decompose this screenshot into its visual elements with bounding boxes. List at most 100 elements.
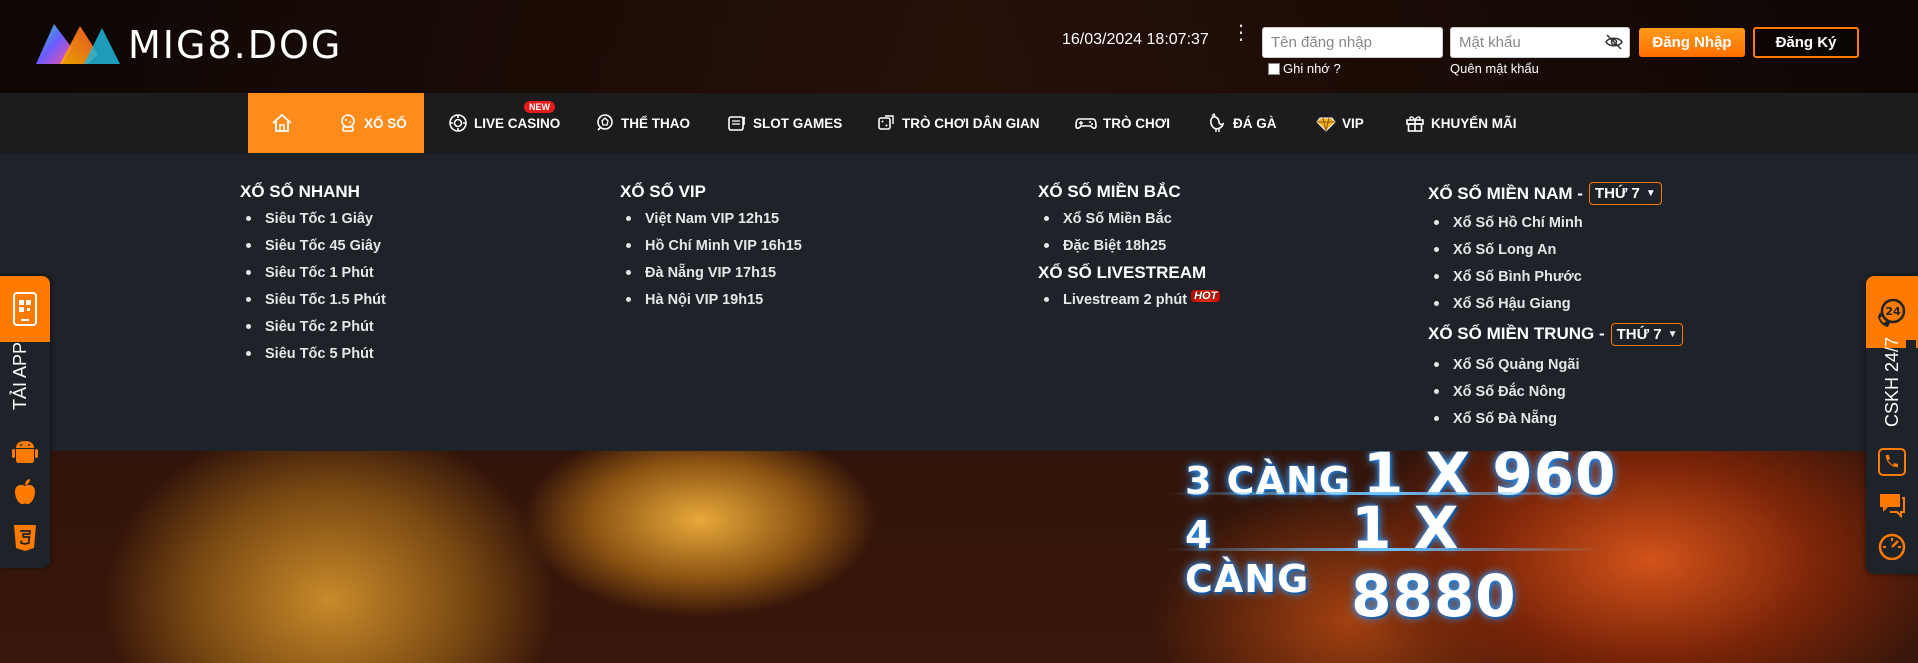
hot-badge: HOT: [1191, 289, 1221, 302]
site-logo[interactable]: MIG8.DOG: [32, 18, 342, 72]
login-button[interactable]: Đăng Nhập: [1639, 28, 1745, 57]
chat-icon[interactable]: [1878, 490, 1906, 518]
top-header: MIG8.DOG 16/03/2024 18:07:37 ⋮ Ghi nhớ ?…: [0, 0, 1918, 93]
menu-link[interactable]: Xổ Số Đắc Nông: [1434, 378, 1683, 405]
column-title: XỔ SỐ VIP: [620, 181, 706, 201]
nav-item-the-thao[interactable]: THỂ THAO: [595, 93, 690, 153]
download-app-label: TẢI APP: [10, 341, 30, 411]
menu-link[interactable]: Siêu Tốc 45 Giây: [246, 232, 386, 259]
menu-link[interactable]: Xổ Số Miền Bắc: [1044, 205, 1220, 232]
speedometer-icon[interactable]: [1878, 532, 1906, 560]
day-select[interactable]: THỨ 7 ▼: [1588, 182, 1662, 205]
apple-icon[interactable]: [12, 478, 38, 506]
column-title: XỔ SỐ MIỀN NAM -: [1428, 183, 1583, 203]
column-title: XỔ SỐ MIỀN TRUNG -: [1428, 324, 1605, 343]
menu-link[interactable]: Xổ Số Long An: [1434, 236, 1683, 263]
menu-link[interactable]: Xổ Số Hậu Giang: [1434, 290, 1683, 317]
day-select-value: THỨ 7: [1616, 325, 1662, 343]
nav-item-slot-games[interactable]: SLOT GAMES: [727, 93, 842, 153]
logo-text: MIG8.DOG: [128, 23, 343, 67]
scrollbar[interactable]: [1906, 340, 1916, 380]
column-north: XỔ SỐ MIỀN BẮC Xổ Số Miền Bắc Đặc Biệt 1…: [1038, 178, 1221, 313]
menu-link[interactable]: Siêu Tốc 1 Giây: [246, 205, 386, 232]
menu-link[interactable]: Xổ Số Bình Phước: [1434, 263, 1683, 290]
nav-item-xoso[interactable]: XỔ SỐ: [316, 93, 424, 153]
column-title-row: XỔ SỐ MIỀN NAM - THỨ 7 ▼: [1428, 178, 1683, 209]
menu-link[interactable]: Xổ Số Đà Nẵng: [1434, 405, 1683, 432]
menu-link[interactable]: Xổ Số Quảng Ngãi: [1434, 351, 1683, 378]
day-select[interactable]: THỨ 7 ▼: [1610, 322, 1684, 346]
nav-label: TRÒ CHƠI DÂN GIAN: [902, 115, 1040, 131]
eye-slash-icon[interactable]: [1605, 34, 1623, 50]
more-options-icon[interactable]: ⋮: [1231, 22, 1251, 42]
menu-link[interactable]: Đặc Biệt 18h25: [1044, 232, 1220, 259]
html5-icon[interactable]: [12, 524, 38, 552]
column-fast: XỔ SỐ NHANH Siêu Tốc 1 Giây Siêu Tốc 45 …: [240, 178, 386, 367]
rooster-icon: [1210, 113, 1225, 132]
football-icon: [597, 114, 613, 131]
download-app-tab[interactable]: TẢI APP: [0, 276, 50, 568]
column-title-row: XỔ SỐ MIỀN TRUNG - THỨ 7 ▼: [1428, 317, 1684, 351]
slot-machine-icon: [728, 116, 746, 131]
gift-icon: [1406, 116, 1424, 132]
column-south: XỔ SỐ MIỀN NAM - THỨ 7 ▼ Xổ Số Hồ Chí Mi…: [1428, 178, 1684, 432]
promo-glow-line: [1165, 492, 1605, 495]
nav-label: SLOT GAMES: [753, 115, 843, 131]
column-title: XỔ SỐ MIỀN BẮC: [1038, 181, 1181, 201]
lottery-icon: [341, 114, 355, 132]
menu-link[interactable]: Siêu Tốc 2 Phút: [246, 313, 386, 340]
nav-home[interactable]: [248, 93, 316, 153]
promo-line1-prefix: 3 CÀNG: [1185, 459, 1351, 503]
phone-24-icon: 24: [1878, 298, 1906, 327]
nav-label: TRÒ CHƠI: [1103, 115, 1171, 131]
nav-label: KHUYẾN MÃI: [1431, 115, 1517, 131]
menu-link[interactable]: Hà Nội VIP 19h15: [626, 286, 802, 313]
nav-label: ĐÁ GÀ: [1233, 115, 1277, 131]
promo-line2-prefix: 4 CÀNG: [1185, 513, 1310, 601]
current-datetime: 16/03/2024 18:07:37: [1062, 31, 1209, 48]
nav-item-vip[interactable]: VIP: [1316, 93, 1364, 153]
menu-link[interactable]: Siêu Tốc 5 Phút: [246, 340, 386, 367]
new-badge: NEW: [524, 101, 555, 113]
lottery-dropdown-menu: XỔ SỐ NHANH Siêu Tốc 1 Giây Siêu Tốc 45 …: [0, 153, 1918, 451]
remember-checkbox[interactable]: [1268, 62, 1280, 75]
menu-link[interactable]: Livestream 2 phút HOT: [1044, 286, 1221, 313]
menu-link[interactable]: Hồ Chí Minh VIP 16h15: [626, 232, 802, 259]
password-input[interactable]: [1450, 27, 1630, 58]
register-button[interactable]: Đăng Ký: [1753, 27, 1859, 58]
chevron-down-icon: ▼: [1667, 328, 1678, 340]
remember-me[interactable]: Ghi nhớ ?: [1268, 61, 1341, 76]
dice-icon: [878, 115, 894, 130]
android-icon[interactable]: [12, 438, 38, 466]
main-nav: XỔ SỐ LIVE CASINO NEW THỂ THAO SLOT GAME…: [0, 93, 1918, 153]
nav-label: XỔ SỐ: [364, 115, 407, 131]
menu-link-label: Livestream 2 phút: [1063, 291, 1188, 308]
nav-item-tro-choi[interactable]: TRÒ CHƠI: [1075, 93, 1170, 153]
menu-link[interactable]: Đà Nẵng VIP 17h15: [626, 259, 802, 286]
customer-support-tab[interactable]: 24 CSKH 24/7: [1866, 276, 1918, 574]
column-vip: XỔ SỐ VIP Việt Nam VIP 12h15 Hồ Chí Minh…: [620, 178, 802, 313]
menu-link[interactable]: Việt Nam VIP 12h15: [626, 205, 802, 232]
username-input[interactable]: [1262, 27, 1443, 58]
column-title-livestream: XỔ SỐ LIVESTREAM: [1038, 262, 1207, 282]
phone-qr-icon: [13, 292, 37, 326]
nav-label: LIVE CASINO: [474, 115, 561, 131]
promo-line2-value: 1 X 8880: [1351, 494, 1517, 630]
menu-link[interactable]: Siêu Tốc 1 Phút: [246, 259, 386, 286]
forgot-password-link[interactable]: Quên mật khẩu: [1450, 61, 1539, 76]
menu-link[interactable]: Xổ Số Hồ Chí Minh: [1434, 209, 1683, 236]
chevron-down-icon: ▼: [1645, 188, 1656, 199]
phone-call-icon[interactable]: [1878, 448, 1906, 476]
nav-item-da-ga[interactable]: ĐÁ GÀ: [1207, 93, 1277, 153]
promo-glow-line: [1165, 548, 1605, 551]
support-24-text: 24: [1885, 305, 1901, 318]
gamepad-icon: [1075, 118, 1097, 130]
menu-link[interactable]: Siêu Tốc 1.5 Phút: [246, 286, 386, 313]
day-select-value: THỨ 7: [1594, 185, 1640, 202]
nav-item-tro-choi-dan-gian[interactable]: TRÒ CHƠI DÂN GIAN: [876, 93, 1040, 153]
nav-label: THỂ THAO: [621, 115, 690, 131]
nav-item-khuyen-mai[interactable]: KHUYẾN MÃI: [1405, 93, 1517, 153]
customer-support-label: CSKH 24/7: [1882, 336, 1902, 428]
remember-label: Ghi nhớ ?: [1283, 61, 1341, 76]
nav-label: VIP: [1342, 115, 1364, 131]
